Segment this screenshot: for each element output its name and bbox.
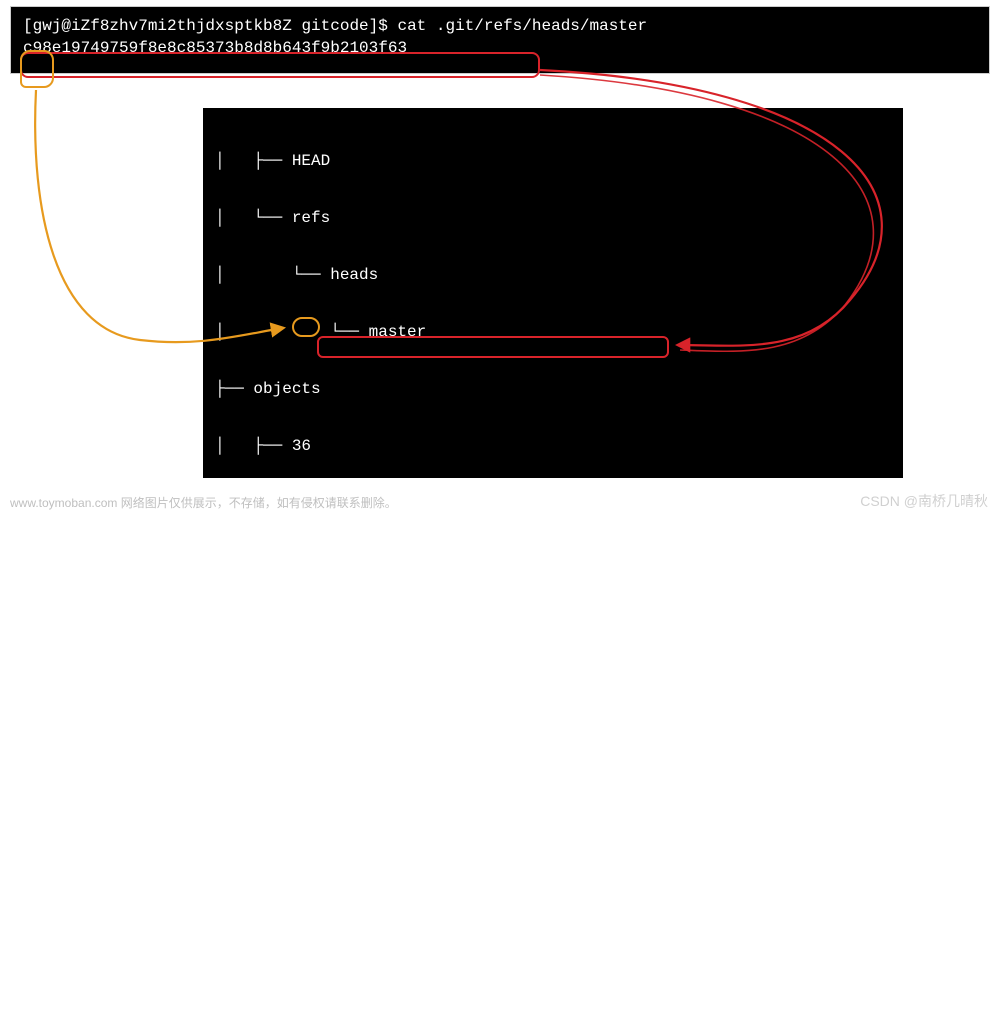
tree-line: │ │ └── 98215b5ada82146bb128e829f356cf54… xyxy=(215,608,903,627)
tree-line: │ │ └── 9de29bb2d1d6434b8b29ae775ad8c2e4… xyxy=(215,1007,903,1026)
tree-line: │ ├── HEAD xyxy=(215,152,903,171)
tree-line: │ └── heads xyxy=(215,266,903,285)
tree-line-c9: │ ├── c9 xyxy=(215,779,903,798)
terminal-prompt-line: [gwj@iZf8zhv7mi2thjdxsptkb8Z gitcode]$ c… xyxy=(23,15,977,37)
tree-line: │ ├── e6 xyxy=(215,893,903,912)
tree-line: │ └── master xyxy=(215,323,903,342)
tree-line-sha: │ │ └── 8e19749759f8e8c85373b8d8b643f9b2… xyxy=(215,836,903,855)
terminal-tree-output: │ ├── HEAD │ └── refs │ └── heads │ └── … xyxy=(203,108,903,478)
terminal-sha-line: c98e19749759f8e8c85373b8d8b643f9b2103f63 xyxy=(23,37,977,59)
watermark-left: www.toymoban.com 网络图片仅供展示，不存储，如有侵权请联系删除。 xyxy=(10,494,397,511)
tree-line: ├── objects xyxy=(215,380,903,399)
tree-line: │ ├── 36 xyxy=(215,437,903,456)
terminal-top-output: [gwj@iZf8zhv7mi2thjdxsptkb8Z gitcode]$ c… xyxy=(10,6,990,74)
watermark-right: CSDN @南桥几晴秋 xyxy=(860,491,988,511)
tree-line: │ │ ├── 06bfbfa82fd7ffaeccd07c80ce9b10c2… xyxy=(215,950,903,969)
tree-line: │ └── refs xyxy=(215,209,903,228)
tree-line: │ │ └── 786c2e4531dfd9c8622da069607a5e82… xyxy=(215,722,903,741)
tree-line: │ ├── 4a xyxy=(215,551,903,570)
tree-line: │ ├── 4e xyxy=(215,665,903,684)
